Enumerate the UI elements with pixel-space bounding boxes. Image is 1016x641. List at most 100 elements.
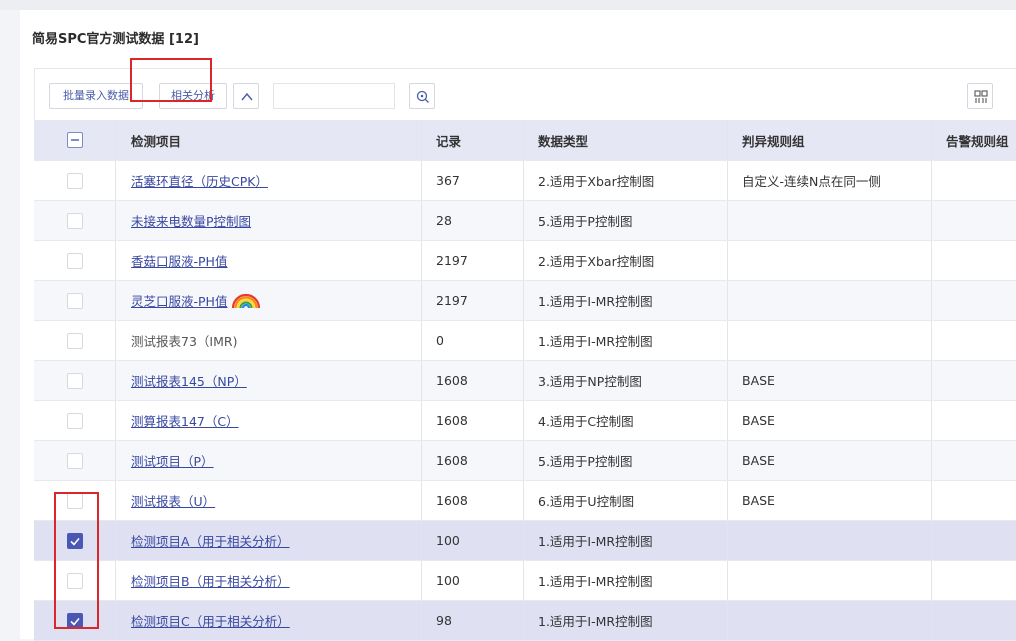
header-type[interactable]: 数据类型 <box>524 120 728 160</box>
search-icon <box>416 90 429 103</box>
row-checkbox[interactable] <box>66 252 83 269</box>
item-name-link[interactable]: 活塞环直径（历史CPK） <box>131 171 268 190</box>
collapse-button[interactable] <box>233 83 259 109</box>
table-row[interactable]: 测试报表（U） 1608 6.适用于U控制图 BASE <box>34 481 1016 521</box>
header-records[interactable]: 记录 <box>422 120 524 160</box>
chevron-up-icon <box>241 92 253 101</box>
item-name-cell: 测试报表73（IMR) <box>116 321 422 360</box>
rule-group-cell <box>728 561 932 600</box>
data-type-cell: 3.适用于NP控制图 <box>524 361 728 400</box>
highlight-box-checkboxes <box>54 492 99 629</box>
data-type-cell: 5.适用于P控制图 <box>524 201 728 240</box>
table-row[interactable]: 测算报表147（C） 1608 4.适用于C控制图 BASE <box>34 401 1016 441</box>
alarm-group-cell <box>932 361 1016 400</box>
table-header: 检测项目 记录 数据类型 判异规则组 告警规则组 <box>34 120 1016 161</box>
rule-group-cell <box>728 241 932 280</box>
records-cell: 0 <box>422 321 524 360</box>
item-name-cell: 活塞环直径（历史CPK） <box>116 161 422 200</box>
table-row[interactable]: 香菇口服液-PH值 2197 2.适用于Xbar控制图 <box>34 241 1016 281</box>
table-row[interactable]: 测试项目（P） 1608 5.适用于P控制图 BASE <box>34 441 1016 481</box>
table-row[interactable]: 检测项目B（用于相关分析） 100 1.适用于I-MR控制图 <box>34 561 1016 601</box>
header-checkbox-cell <box>34 120 116 160</box>
alarm-group-cell <box>932 601 1016 640</box>
alarm-group-cell <box>932 441 1016 480</box>
rule-group-cell <box>728 601 932 640</box>
alarm-group-cell <box>932 241 1016 280</box>
alarm-group-cell <box>932 521 1016 560</box>
item-name-cell: 香菇口服液-PH值 <box>116 241 422 280</box>
data-type-cell: 1.适用于I-MR控制图 <box>524 321 728 360</box>
data-type-cell: 2.适用于Xbar控制图 <box>524 241 728 280</box>
table-row[interactable]: 灵芝口服液-PH值 2197 1.适用于I-MR控制图 <box>34 281 1016 321</box>
item-name-link[interactable]: 灵芝口服液-PH值 <box>131 291 227 310</box>
records-cell: 1608 <box>422 361 524 400</box>
item-name-link[interactable]: 测试报表145（NP） <box>131 371 247 390</box>
records-cell: 28 <box>422 201 524 240</box>
item-name-link[interactable]: 检测项目A（用于相关分析） <box>131 531 290 550</box>
rule-group-cell: BASE <box>728 401 932 440</box>
batch-entry-button[interactable]: 批量录入数据 <box>49 83 143 109</box>
table-row[interactable]: 测试报表145（NP） 1608 3.适用于NP控制图 BASE <box>34 361 1016 401</box>
table-row[interactable]: 未接来电数量P控制图 28 5.适用于P控制图 <box>34 201 1016 241</box>
item-name-link[interactable]: 测算报表147（C） <box>131 411 239 430</box>
records-cell: 100 <box>422 561 524 600</box>
table-row[interactable]: 活塞环直径（历史CPK） 367 2.适用于Xbar控制图 自定义-连续N点在同一侧 <box>34 161 1016 201</box>
records-cell: 2197 <box>422 241 524 280</box>
rule-group-cell: BASE <box>728 441 932 480</box>
header-name[interactable]: 检测项目 <box>116 120 422 160</box>
data-type-cell: 6.适用于U控制图 <box>524 481 728 520</box>
rainbow-icon <box>232 293 261 308</box>
table-row[interactable]: 测试报表73（IMR) 0 1.适用于I-MR控制图 <box>34 321 1016 361</box>
data-type-cell: 5.适用于P控制图 <box>524 441 728 480</box>
row-checkbox[interactable] <box>66 292 83 309</box>
search-input[interactable] <box>273 83 395 109</box>
top-strip <box>0 0 1016 10</box>
row-checkbox[interactable] <box>66 172 83 189</box>
row-checkbox[interactable] <box>66 332 83 349</box>
alarm-group-cell <box>932 481 1016 520</box>
data-type-cell: 4.适用于C控制图 <box>524 401 728 440</box>
data-type-cell: 1.适用于I-MR控制图 <box>524 601 728 640</box>
grid-icon <box>974 90 988 103</box>
item-name-link[interactable]: 香菇口服液-PH值 <box>131 251 227 270</box>
records-cell: 1608 <box>422 481 524 520</box>
row-checkbox-cell <box>34 321 116 360</box>
select-all-checkbox[interactable] <box>66 132 83 148</box>
item-name-link[interactable]: 检测项目B（用于相关分析） <box>131 571 290 590</box>
rule-group-cell <box>728 201 932 240</box>
item-name-cell: 测试报表（U） <box>116 481 422 520</box>
records-cell: 100 <box>422 521 524 560</box>
rule-group-cell: BASE <box>728 481 932 520</box>
search-button[interactable] <box>409 83 435 109</box>
row-checkbox-cell <box>34 201 116 240</box>
alarm-group-cell <box>932 201 1016 240</box>
item-name-cell: 测试项目（P） <box>116 441 422 480</box>
row-checkbox[interactable] <box>66 452 83 469</box>
records-cell: 1608 <box>422 401 524 440</box>
item-name-link[interactable]: 测试项目（P） <box>131 451 214 470</box>
rule-group-cell <box>728 321 932 360</box>
alarm-group-cell <box>932 561 1016 600</box>
item-name-link[interactable]: 测试报表（U） <box>131 491 215 510</box>
item-name-link[interactable]: 检测项目C（用于相关分析） <box>131 611 290 630</box>
alarm-group-cell <box>932 321 1016 360</box>
header-alarm-group[interactable]: 告警规则组 <box>932 120 1016 160</box>
item-name-link[interactable]: 未接来电数量P控制图 <box>131 211 251 230</box>
records-cell: 1608 <box>422 441 524 480</box>
alarm-group-cell <box>932 281 1016 320</box>
records-cell: 98 <box>422 601 524 640</box>
data-type-cell: 1.适用于I-MR控制图 <box>524 561 728 600</box>
data-table: 检测项目 记录 数据类型 判异规则组 告警规则组 活塞环直径（历史CPK） 367… <box>34 120 1016 641</box>
row-checkbox[interactable] <box>66 212 83 229</box>
row-checkbox[interactable] <box>66 412 83 429</box>
column-settings-button[interactable] <box>967 83 993 109</box>
rule-group-cell: 自定义-连续N点在同一侧 <box>728 161 932 200</box>
header-rule-group[interactable]: 判异规则组 <box>728 120 932 160</box>
rule-group-cell: BASE <box>728 361 932 400</box>
item-name-cell: 灵芝口服液-PH值 <box>116 281 422 320</box>
table-row[interactable]: 检测项目A（用于相关分析） 100 1.适用于I-MR控制图 <box>34 521 1016 561</box>
rule-group-cell <box>728 281 932 320</box>
table-row[interactable]: 检测项目C（用于相关分析） 98 1.适用于I-MR控制图 <box>34 601 1016 641</box>
alarm-group-cell <box>932 161 1016 200</box>
row-checkbox[interactable] <box>66 372 83 389</box>
